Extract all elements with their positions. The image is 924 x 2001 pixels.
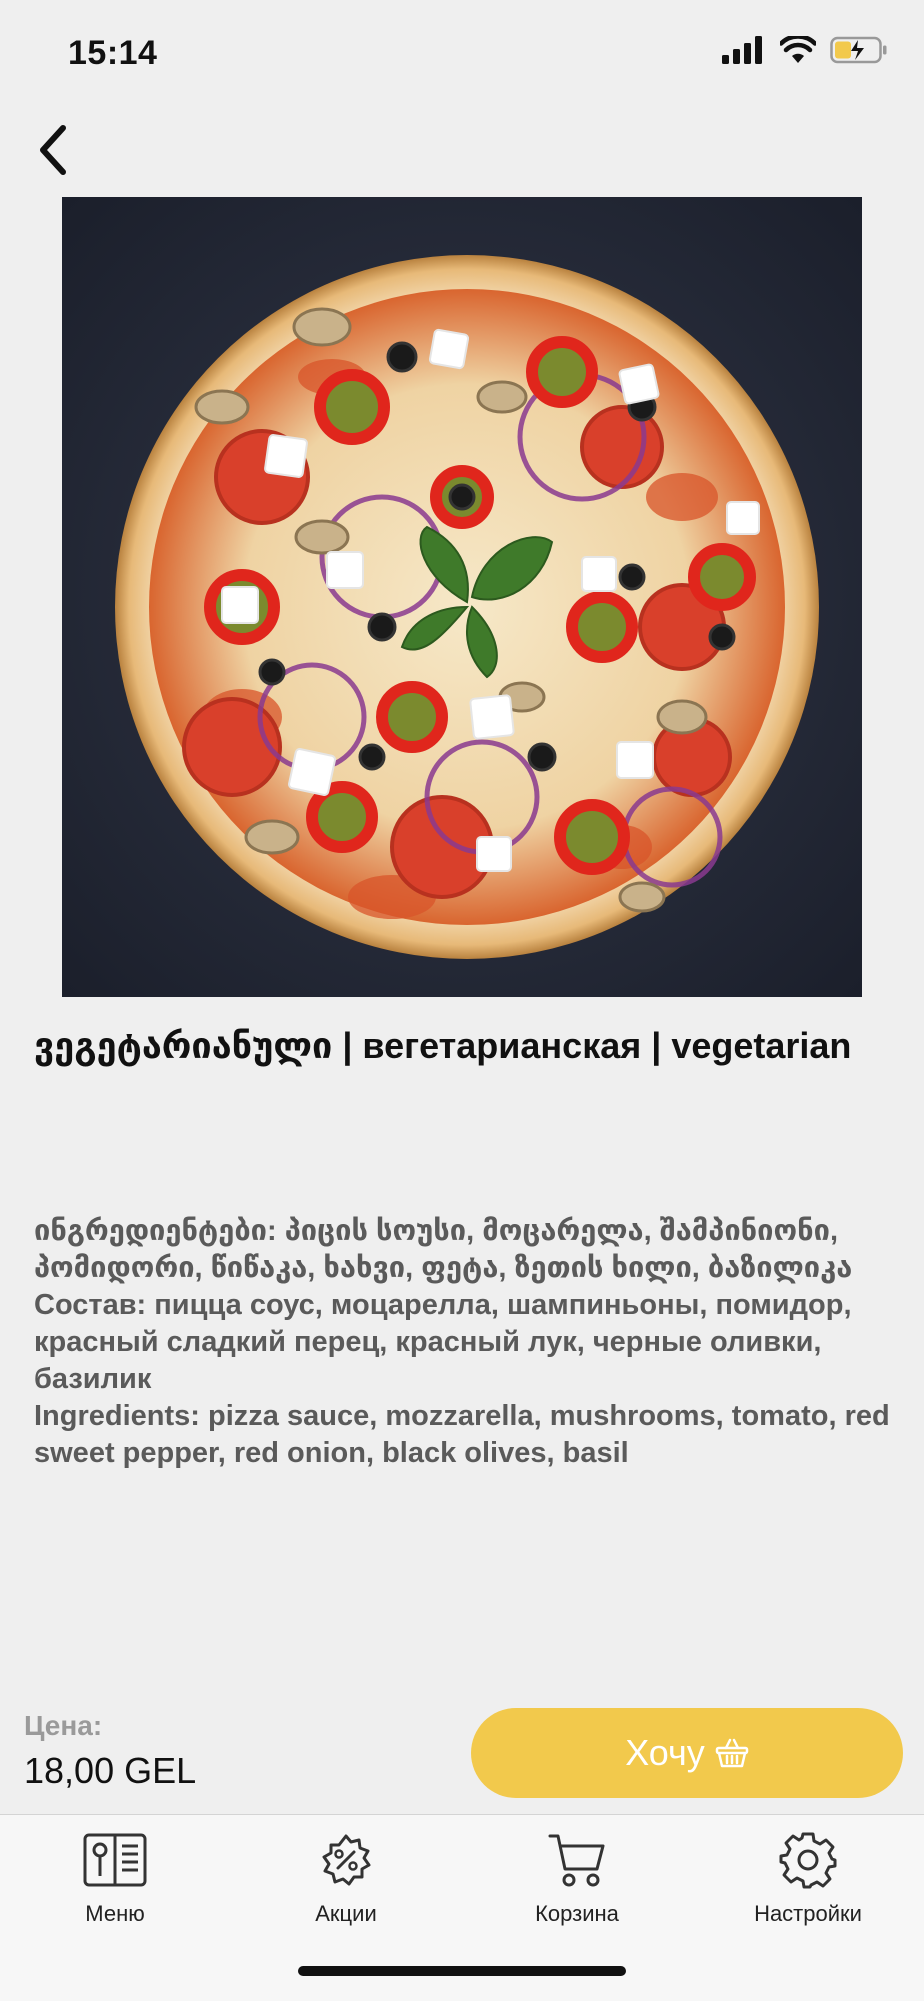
menu-book-icon [83, 1833, 147, 1887]
battery-icon [830, 36, 887, 64]
ingredients-english: Ingredients: pizza sauce, mozzarella, mu… [34, 1400, 890, 1469]
status-time: 15:14 [68, 34, 158, 72]
basket-icon [715, 1738, 749, 1768]
tab-promotions-label: Акции [315, 1901, 377, 1926]
product-description: ინგრედიენტები: პიცის სოუსი, მოცარელა, შა… [34, 1213, 904, 1472]
back-button[interactable] [20, 118, 84, 182]
tab-menu[interactable]: Меню [15, 1829, 215, 1927]
tab-menu-label: Меню [85, 1901, 145, 1926]
cart-icon [548, 1834, 605, 1887]
discount-gear-icon [322, 1834, 371, 1886]
ingredients-georgian: ინგრედიენტები: პიცის სოუსი, მოცარელა, შა… [34, 1215, 853, 1284]
pizza-illustration [62, 197, 862, 997]
tab-settings[interactable]: Настройки [708, 1829, 908, 1927]
product-image [62, 197, 862, 997]
home-indicator [298, 1966, 626, 1976]
signal-icon [722, 36, 762, 64]
status-bar: 15:14 [0, 0, 924, 110]
tab-cart[interactable]: Корзина [477, 1829, 677, 1927]
wifi-icon [780, 36, 816, 63]
price-value: 18,00 GEL [24, 1750, 197, 1791]
tab-promotions[interactable]: Акции [246, 1829, 446, 1927]
ingredients-russian: Состав: пицца соус, моцарелла, шампиньон… [34, 1289, 852, 1395]
want-button-label: Хочу [625, 1732, 705, 1773]
price-label: Цена: [24, 1710, 103, 1741]
settings-gear-icon [779, 1832, 837, 1889]
chevron-left-icon [40, 125, 66, 175]
tab-settings-label: Настройки [754, 1901, 862, 1926]
status-icons [722, 36, 888, 64]
want-button[interactable]: Хочу [471, 1708, 903, 1798]
product-title: ვეგეტარიანული | вегетарианская | vegetar… [34, 1025, 852, 1066]
tab-cart-label: Корзина [535, 1901, 619, 1926]
